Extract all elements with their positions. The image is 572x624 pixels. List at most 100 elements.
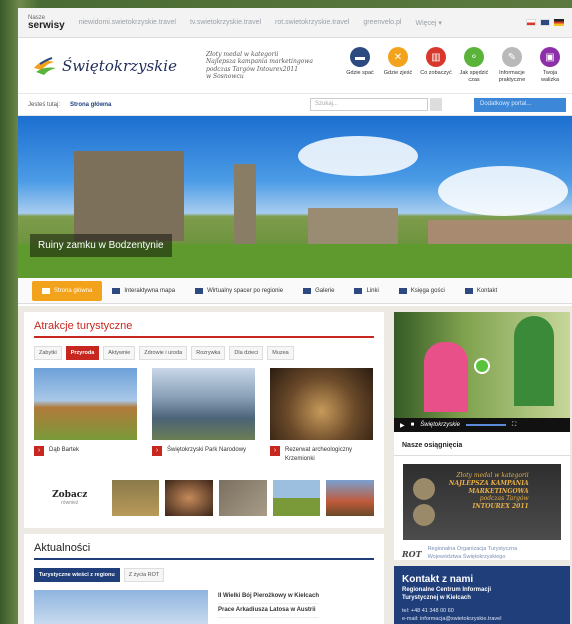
nav-kontakt[interactable]: Kontakt — [455, 287, 507, 294]
attraction-cards: › Dąb Bartek › Świętokrzyski Park Narodowy… — [24, 368, 384, 464]
fullscreen-icon[interactable]: ⛶ — [512, 422, 516, 429]
nav-linki[interactable]: Linki — [344, 287, 388, 294]
see-also-thumb[interactable] — [165, 480, 213, 516]
attraction-image[interactable] — [270, 368, 373, 440]
search-icon[interactable] — [430, 98, 442, 111]
quick-walizka[interactable]: ▣ Twoja walizka — [534, 47, 566, 83]
attraction-title[interactable]: Rezerwat archeologiczny Krzemionki — [285, 446, 373, 464]
video-controls: ▶ ■ Świętokrzyskie ⛶ — [394, 418, 570, 432]
flag-de-icon[interactable] — [554, 19, 564, 26]
quick-co-zobaczyc[interactable]: ▥ Co zobaczyć — [420, 47, 452, 83]
news-item[interactable]: Prace Arkadiusza Latosa w Austrii — [218, 604, 319, 619]
play-button[interactable]: ▶ — [400, 422, 405, 429]
tab-muzea[interactable]: Muzea — [267, 346, 294, 360]
nav-label: Kontakt — [476, 287, 498, 294]
flag-pl-icon[interactable] — [526, 19, 536, 26]
breadcrumb-label: Jesteś tutaj: — [28, 101, 61, 108]
search-input[interactable]: Szukaj... — [310, 98, 428, 111]
see-also-thumb[interactable] — [272, 480, 321, 516]
news-links: II Wielki Bój Pierożkowy w Kielcach Prac… — [218, 590, 319, 624]
attraction-card[interactable]: › Rezerwat archeologiczny Krzemionki — [270, 368, 373, 464]
services-logo: Nasze serwisy — [28, 15, 65, 31]
services-serwisy: serwisy — [28, 19, 65, 31]
video-person — [424, 342, 468, 412]
tab-rozrywka[interactable]: Rozrywka — [191, 346, 226, 360]
volume-slider[interactable] — [465, 424, 506, 426]
contact-box: Kontakt z nami Regionalne Centrum Inform… — [394, 566, 570, 624]
hero-banner: Ruiny zamku w Bodzentynie — [18, 116, 572, 278]
breadcrumb-current[interactable]: Strona główna — [70, 102, 111, 108]
contact-sub-line: Regionalne Centrum Informacji — [402, 587, 492, 593]
tab-zabytki[interactable]: Zabytki — [34, 346, 62, 360]
rot-banner[interactable]: ROT Regionalna Organizacja Turystyczna W… — [394, 540, 570, 567]
play-icon[interactable] — [474, 358, 490, 374]
attraction-card[interactable]: › Świętokrzyski Park Narodowy — [152, 368, 255, 464]
rot-line: Regionalna Organizacja Turystyczna — [427, 546, 518, 552]
link-rot[interactable]: rot.swietokrzyskie.travel — [275, 19, 349, 26]
nav-strona-glowna[interactable]: Strona główna — [32, 280, 103, 301]
quick-jak-spedzic[interactable]: ⚬ Jak spędzić czas — [458, 47, 490, 83]
sidebar: ▶ ■ Świętokrzyskie ⛶ Nasze osiągnięcia Z… — [394, 312, 570, 560]
book-icon — [398, 287, 407, 294]
news-image[interactable] — [34, 590, 208, 624]
attraction-image[interactable] — [152, 368, 255, 440]
link-more[interactable]: Więcej ▾ — [415, 19, 441, 27]
contact-title: Kontakt z nami — [402, 574, 474, 585]
pencil-icon: ✎ — [502, 47, 522, 68]
tab-zdrowie[interactable]: Zdrowie i uroda — [139, 346, 188, 360]
chevron-right-icon: › — [34, 446, 44, 456]
portal-select[interactable]: Dodatkowy portal... — [474, 97, 566, 112]
walker-icon — [195, 287, 204, 294]
tab-region-news[interactable]: Turystyczne wieści z regionu — [34, 568, 120, 582]
link-tv[interactable]: tv.swietokrzyskie.travel — [190, 19, 261, 26]
quick-gdzie-spac[interactable]: ▬ Gdzie spać — [344, 47, 376, 83]
attraction-image[interactable] — [34, 368, 137, 440]
attraction-card[interactable]: › Dąb Bartek — [34, 368, 137, 464]
suitcase-icon: ▣ — [540, 47, 560, 68]
contact-email[interactable]: e-mail: informacja@swietokrzyskie.travel — [402, 615, 562, 624]
rot-text: Regionalna Organizacja Turystyczna Wojew… — [428, 546, 518, 561]
see-also: Zobacz również — [24, 464, 384, 516]
nav-galerie[interactable]: Galerie — [293, 287, 344, 294]
attraction-title[interactable]: Świętokrzyski Park Narodowy — [167, 446, 246, 456]
see-also-thumb[interactable] — [218, 480, 267, 516]
nav-label: Interaktywna mapa — [124, 287, 176, 294]
link-greenvelo[interactable]: greenvelo.pl — [363, 19, 401, 26]
see-also-thumb[interactable] — [326, 480, 374, 516]
quick-gdzie-zjesc[interactable]: ✕ Gdzie zjeść — [382, 47, 414, 83]
nav-spacer[interactable]: Wirtualny spacer po regionie — [185, 287, 293, 294]
stop-button[interactable]: ■ — [411, 422, 415, 428]
hero-cloud — [438, 166, 568, 216]
video-person — [514, 316, 554, 406]
quick-label: Co zobaczyć — [420, 70, 452, 77]
medal-banner[interactable]: Złoty medal w kategorii NAJLEPSZA KAMPAN… — [403, 464, 561, 540]
nav-mapa[interactable]: Interaktywna mapa — [102, 287, 185, 294]
flag-uk-icon[interactable] — [540, 19, 550, 26]
home-icon — [42, 287, 50, 294]
tab-rot-news[interactable]: Z życia ROT — [123, 568, 165, 582]
site-header: Świętokrzyskie Złoty medal w kategorii N… — [18, 38, 572, 94]
hero-cloud — [298, 136, 418, 176]
medal-text: Złoty medal w kategorii NAJLEPSZA KAMPAN… — [445, 464, 533, 540]
news-title: Aktualności — [34, 542, 91, 554]
news-item[interactable]: II Wielki Bój Pierożkowy w Kielcach — [218, 590, 319, 605]
tab-dla-dzieci[interactable]: Dla dzieci — [229, 346, 264, 360]
contact-sub-line: Turystycznej w Kielcach — [402, 594, 471, 601]
site-logo[interactable]: Świętokrzyskie — [32, 56, 182, 76]
quick-informacje[interactable]: ✎ Informacje praktyczne — [496, 47, 528, 83]
award-line: w Sosnowcu — [206, 73, 244, 80]
logo-text: Świętokrzyskie — [62, 56, 177, 75]
tab-przyroda[interactable]: Przyroda — [65, 346, 100, 360]
nav-label: Linki — [366, 287, 379, 294]
nav-label: Wirtualny spacer po regionie — [207, 287, 284, 294]
tab-aktywnie[interactable]: Aktywnie — [103, 346, 136, 360]
quick-label: Gdzie spać — [346, 70, 374, 77]
video-player[interactable]: ▶ ■ Świętokrzyskie ⛶ — [394, 312, 570, 432]
bike-icon: ⚬ — [464, 47, 484, 68]
nav-ksiega[interactable]: Księga gości — [389, 287, 455, 294]
attraction-title[interactable]: Dąb Bartek — [49, 446, 79, 456]
main-nav: Strona główna Interaktywna mapa Wirtualn… — [18, 278, 572, 304]
medal-line: NAJLEPSZA KAMPANIA — [449, 479, 529, 487]
see-also-thumb[interactable] — [111, 480, 160, 516]
link-niewidomi[interactable]: niewidomi.swietokrzyskie.travel — [79, 19, 176, 26]
